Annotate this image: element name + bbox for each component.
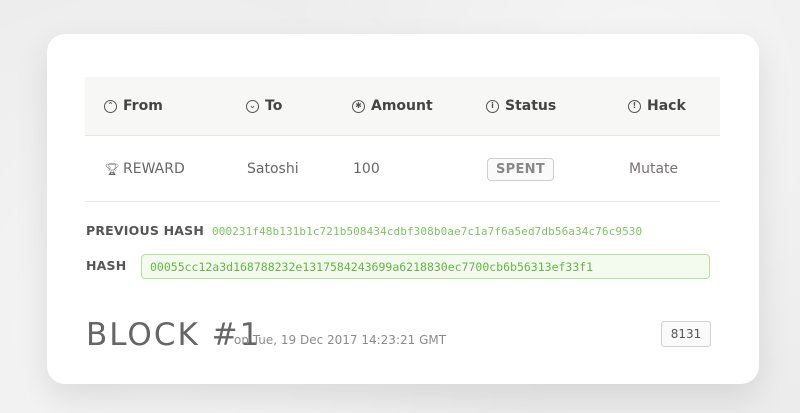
chevron-up-circle-icon: ⌃	[104, 99, 117, 113]
column-header-from: ⌃ From	[104, 77, 163, 135]
status-badge: SPENT	[487, 157, 555, 181]
asterisk-circle-icon: ✱	[352, 99, 365, 113]
info-circle-icon: i	[486, 99, 499, 113]
transactions-table-header: ⌃ From ⌄ To ✱ Amount i Status ! Hack	[85, 77, 720, 136]
column-header-status: i Status	[486, 77, 556, 135]
block-card: ⌃ From ⌄ To ✱ Amount i Status ! Hack 🏆︎ …	[47, 34, 759, 384]
column-header-amount-label: Amount	[371, 98, 433, 114]
cell-to: Satoshi	[247, 161, 299, 177]
cell-status: SPENT	[487, 137, 555, 201]
cell-from: 🏆︎ REWARD	[104, 137, 185, 201]
column-header-amount: ✱ Amount	[352, 77, 433, 135]
nonce-badge: 8131	[661, 321, 711, 347]
previous-hash-label: PREVIOUS HASH	[86, 223, 204, 238]
table-row: 🏆︎ REWARD Satoshi 100 SPENT Mutate	[85, 137, 720, 202]
previous-hash-value: 000231f48b131b1c721b508434cdbf308b0ae7c1…	[212, 225, 643, 238]
hash-value-box: 00055cc12a3d168788232e1317584243699a6218…	[141, 254, 710, 279]
hash-label: HASH	[86, 258, 127, 273]
column-header-hack: ! Hack	[628, 77, 686, 135]
chevron-down-circle-icon: ⌄	[246, 99, 259, 113]
column-header-status-label: Status	[505, 98, 557, 114]
cell-hack: Mutate	[629, 137, 678, 201]
column-header-to: ⌄ To	[246, 77, 282, 135]
block-timestamp: on Tue, 19 Dec 2017 14:23:21 GMT	[234, 333, 447, 347]
cell-from-value: REWARD	[123, 161, 185, 177]
alert-circle-icon: !	[628, 99, 641, 113]
column-header-hack-label: Hack	[647, 98, 686, 114]
mutate-link[interactable]: Mutate	[629, 161, 678, 177]
column-header-to-label: To	[265, 98, 283, 114]
trophy-icon: 🏆︎	[104, 162, 120, 176]
cell-amount: 100	[353, 161, 380, 177]
hash-value: 00055cc12a3d168788232e1317584243699a6218…	[150, 259, 594, 274]
column-header-from-label: From	[123, 98, 163, 114]
